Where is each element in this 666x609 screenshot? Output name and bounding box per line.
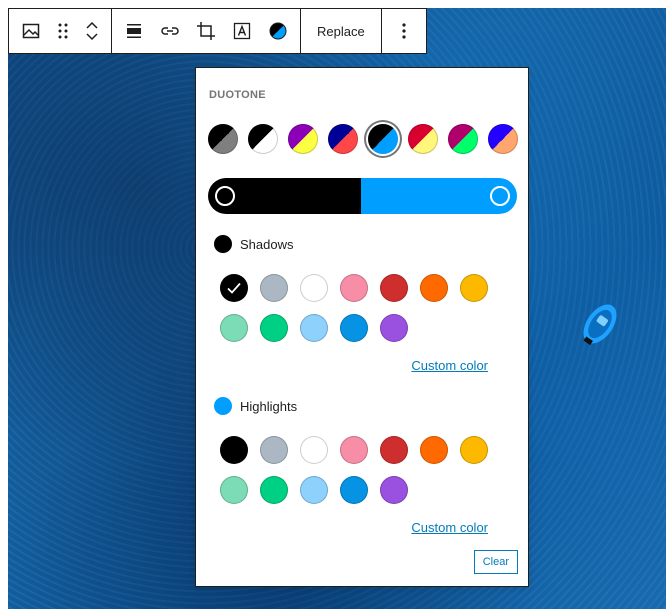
- color-swatch[interactable]: [340, 436, 368, 464]
- crop-icon[interactable]: [188, 9, 224, 53]
- color-swatch[interactable]: [300, 314, 328, 342]
- shadows-custom-color-link[interactable]: Custom color: [411, 358, 488, 373]
- duotone-presets: [208, 124, 518, 154]
- duotone-title: DUOTONE: [209, 89, 266, 101]
- clear-button[interactable]: Clear: [473, 550, 518, 574]
- color-swatch[interactable]: [220, 314, 248, 342]
- color-swatch[interactable]: [260, 314, 288, 342]
- color-swatch[interactable]: [300, 476, 328, 504]
- color-swatch[interactable]: [380, 476, 408, 504]
- duotone-icon[interactable]: [260, 9, 296, 53]
- more-options-icon[interactable]: [386, 9, 422, 53]
- color-swatch[interactable]: [460, 436, 488, 464]
- image-block-icon[interactable]: [13, 9, 49, 53]
- toolbar-group-block: [9, 9, 112, 53]
- color-swatch[interactable]: [260, 476, 288, 504]
- block-mover: [77, 9, 107, 53]
- color-swatch[interactable]: [300, 436, 328, 464]
- move-up-icon[interactable]: [85, 20, 99, 30]
- color-swatch[interactable]: [420, 436, 448, 464]
- shadow-handle[interactable]: [215, 186, 235, 206]
- duotone-preset[interactable]: [448, 124, 478, 154]
- toolbar-group-options: [382, 9, 426, 53]
- duotone-preset[interactable]: [328, 124, 358, 154]
- shadows-palette: [220, 274, 488, 342]
- duotone-preset[interactable]: [408, 124, 438, 154]
- color-swatch[interactable]: [380, 436, 408, 464]
- color-swatch[interactable]: [220, 476, 248, 504]
- color-swatch[interactable]: [300, 274, 328, 302]
- move-down-icon[interactable]: [85, 32, 99, 42]
- highlight-color-indicator: [214, 397, 232, 415]
- color-swatch[interactable]: [340, 314, 368, 342]
- highlights-label: Highlights: [240, 398, 298, 414]
- duotone-preset[interactable]: [368, 124, 398, 154]
- color-swatch[interactable]: [220, 436, 248, 464]
- color-swatch[interactable]: [260, 436, 288, 464]
- toolbar-group-replace: Replace: [301, 9, 382, 53]
- text-overlay-icon[interactable]: [224, 9, 260, 53]
- color-swatch[interactable]: [380, 274, 408, 302]
- highlights-palette: [220, 436, 488, 504]
- duotone-preset[interactable]: [248, 124, 278, 154]
- shadows-heading: Shadows: [214, 235, 293, 253]
- highlights-heading: Highlights: [214, 397, 297, 415]
- check-icon: [227, 282, 241, 294]
- highlight-handle[interactable]: [490, 186, 510, 206]
- color-swatch[interactable]: [260, 274, 288, 302]
- color-swatch[interactable]: [460, 274, 488, 302]
- duotone-popover: DUOTONE Shadows Custom color Highlights …: [195, 67, 529, 587]
- drag-handle-icon[interactable]: [49, 9, 77, 53]
- duotone-preset[interactable]: [288, 124, 318, 154]
- toolbar-group-tools: [112, 9, 301, 53]
- color-swatch[interactable]: [220, 274, 248, 302]
- duotone-preset[interactable]: [488, 124, 518, 154]
- align-icon[interactable]: [116, 9, 152, 53]
- highlights-custom-color-link[interactable]: Custom color: [411, 520, 488, 535]
- color-swatch[interactable]: [340, 274, 368, 302]
- shadow-color-indicator: [214, 235, 232, 253]
- color-swatch[interactable]: [340, 476, 368, 504]
- duotone-preset[interactable]: [208, 124, 238, 154]
- boat-image: [583, 304, 617, 346]
- color-swatch[interactable]: [380, 314, 408, 342]
- link-icon[interactable]: [152, 9, 188, 53]
- duotone-bar: [208, 178, 517, 214]
- color-swatch[interactable]: [420, 274, 448, 302]
- shadows-label: Shadows: [240, 236, 294, 252]
- block-toolbar: Replace: [8, 8, 427, 54]
- replace-button[interactable]: Replace: [305, 9, 377, 53]
